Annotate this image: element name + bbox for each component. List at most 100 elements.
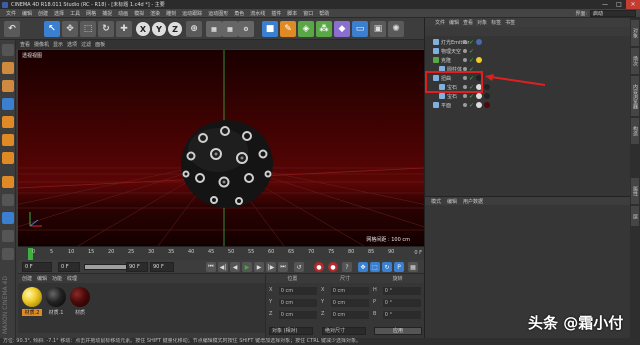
render-view-icon[interactable]: ▦ bbox=[206, 21, 222, 37]
menu-window[interactable]: 窗口 bbox=[300, 10, 316, 17]
key-parameter-icon[interactable]: P bbox=[394, 262, 404, 272]
tab-objects[interactable]: 对象 bbox=[631, 20, 639, 46]
object-row[interactable]: 宝石 ✓ bbox=[425, 92, 631, 100]
deformer-icon[interactable]: ◆ bbox=[334, 21, 350, 37]
size-mode-select[interactable]: 绝对尺寸 bbox=[322, 327, 366, 335]
viewport-menu-display[interactable]: 显示 bbox=[53, 41, 63, 48]
y-axis-lock-icon[interactable]: Y bbox=[152, 22, 166, 36]
size-x-field[interactable]: 0 cm bbox=[330, 287, 369, 295]
keyframe-selection-icon[interactable]: ? bbox=[342, 262, 352, 272]
menu-select[interactable]: 选择 bbox=[51, 10, 67, 17]
edges-mode-icon[interactable] bbox=[2, 134, 14, 146]
menu-character[interactable]: 角色 bbox=[231, 10, 247, 17]
workplane-lock-icon[interactable] bbox=[2, 230, 14, 242]
timeline[interactable]: 0 5 10 15 20 25 30 35 40 45 50 55 60 65 … bbox=[18, 246, 424, 260]
size-z-field[interactable]: 0 cm bbox=[330, 311, 369, 319]
attr-menu-mode[interactable]: 模式 bbox=[431, 198, 441, 205]
make-editable-icon[interactable] bbox=[2, 44, 14, 56]
menu-pipeline[interactable]: 流水线 bbox=[247, 10, 268, 17]
camera-icon[interactable]: ▣ bbox=[370, 21, 386, 37]
texture-mode-icon[interactable] bbox=[2, 80, 14, 92]
recent-tool-icon[interactable]: ✚ bbox=[116, 21, 132, 37]
material-menu-texture[interactable]: 纹理 bbox=[67, 275, 77, 282]
menu-edit[interactable]: 编辑 bbox=[19, 10, 35, 17]
loop-icon[interactable]: ↺ bbox=[294, 262, 304, 272]
rotation-p-field[interactable]: 0 ° bbox=[382, 299, 421, 307]
layout-select[interactable]: 启动 bbox=[590, 9, 636, 17]
snap-icon[interactable] bbox=[2, 212, 14, 224]
position-z-field[interactable]: 0 cm bbox=[278, 311, 317, 319]
coordinate-system-icon[interactable]: ⊕ bbox=[186, 21, 202, 37]
maximize-button[interactable]: □ bbox=[612, 0, 626, 9]
position-x-field[interactable]: 0 cm bbox=[278, 287, 317, 295]
cube-primitive-icon[interactable]: ■ bbox=[262, 21, 278, 37]
object-row[interactable]: 克隆 ✓ bbox=[425, 56, 631, 64]
menu-help[interactable]: 帮助 bbox=[316, 10, 332, 17]
z-axis-lock-icon[interactable]: Z bbox=[168, 22, 182, 36]
menu-snap[interactable]: 捕捉 bbox=[99, 10, 115, 17]
om-menu-view[interactable]: 查看 bbox=[463, 19, 473, 26]
object-row[interactable]: 灯光Emitter ✓ bbox=[425, 38, 631, 46]
size-y-field[interactable]: 0 cm bbox=[330, 299, 369, 307]
material-menu-function[interactable]: 功能 bbox=[52, 275, 62, 282]
go-to-end-icon[interactable]: ⏭ bbox=[278, 262, 288, 272]
viewport-menu-options[interactable]: 选项 bbox=[67, 41, 77, 48]
rotate-tool-icon[interactable]: ↻ bbox=[98, 21, 114, 37]
floor-icon[interactable]: ▭ bbox=[352, 21, 368, 37]
perspective-viewport[interactable]: 透视视图 网格间距 : 100 cm bbox=[18, 50, 424, 246]
render-settings-icon[interactable]: ⚙ bbox=[238, 21, 254, 37]
tweak-mode-icon[interactable] bbox=[2, 194, 14, 206]
model-mode-icon[interactable] bbox=[2, 62, 14, 74]
viewport-menu-cameras[interactable]: 摄像机 bbox=[34, 41, 49, 48]
key-pla-icon[interactable]: ▦ bbox=[408, 262, 418, 272]
tab-takes[interactable]: 场次 bbox=[631, 48, 639, 74]
rotation-b-field[interactable]: 0 ° bbox=[382, 311, 421, 319]
grid-icon[interactable] bbox=[2, 248, 14, 260]
minimize-button[interactable]: — bbox=[598, 0, 612, 9]
next-frame-icon[interactable]: ▶ bbox=[254, 262, 264, 272]
material-swatch[interactable]: 材质.2 bbox=[22, 287, 42, 316]
coordinate-mode-select[interactable]: 对象 (相对) bbox=[269, 327, 313, 335]
light-icon[interactable]: ✺ bbox=[388, 21, 404, 37]
undo-icon[interactable]: ↶ bbox=[4, 21, 20, 37]
play-icon[interactable]: ▶ bbox=[242, 262, 252, 272]
next-key-icon[interactable]: |▶ bbox=[266, 262, 276, 272]
tab-attributes[interactable]: 属性 bbox=[631, 178, 639, 204]
render-picture-viewer-icon[interactable]: ▦ bbox=[222, 21, 238, 37]
menu-script[interactable]: 脚本 bbox=[284, 10, 300, 17]
close-button[interactable]: ✕ bbox=[626, 0, 640, 9]
move-tool-icon[interactable]: ✥ bbox=[62, 21, 78, 37]
key-position-icon[interactable]: ✥ bbox=[358, 262, 368, 272]
polygons-mode-icon[interactable] bbox=[2, 152, 14, 164]
soccer-ball-object[interactable] bbox=[181, 120, 273, 208]
workplane-icon[interactable] bbox=[2, 98, 14, 110]
subdivision-surface-icon[interactable]: ◈ bbox=[298, 21, 314, 37]
object-row[interactable]: 平面 ✓ bbox=[425, 101, 631, 109]
points-mode-icon[interactable] bbox=[2, 116, 14, 128]
menu-file[interactable]: 文件 bbox=[3, 10, 19, 17]
material-menu-create[interactable]: 创建 bbox=[22, 275, 32, 282]
go-to-start-icon[interactable]: ⏮ bbox=[206, 262, 216, 272]
pen-spline-icon[interactable]: ✎ bbox=[280, 21, 296, 37]
material-swatch[interactable]: 材质.1 bbox=[46, 287, 66, 316]
object-row[interactable]: 物理天空 ✓ bbox=[425, 47, 631, 55]
viewport-menu-filter[interactable]: 过滤 bbox=[81, 41, 91, 48]
menu-plugins[interactable]: 插件 bbox=[268, 10, 284, 17]
om-menu-tags[interactable]: 标签 bbox=[491, 19, 501, 26]
material-menu-edit[interactable]: 编辑 bbox=[37, 275, 47, 282]
menu-motion-tracking[interactable]: 运动跟踪 bbox=[179, 10, 205, 17]
select-tool-icon[interactable]: ↖ bbox=[44, 21, 60, 37]
previous-frame-icon[interactable]: ◀ bbox=[230, 262, 240, 272]
position-y-field[interactable]: 0 cm bbox=[278, 299, 317, 307]
axis-mode-icon[interactable] bbox=[2, 176, 14, 188]
scale-tool-icon[interactable]: ⬚ bbox=[80, 21, 96, 37]
apply-button[interactable]: 应用 bbox=[374, 327, 422, 335]
material-swatch[interactable]: 材质 bbox=[70, 287, 90, 316]
om-menu-objects[interactable]: 对象 bbox=[477, 19, 487, 26]
key-rotation-icon[interactable]: ↻ bbox=[382, 262, 392, 272]
viewport-menu-view[interactable]: 查看 bbox=[20, 41, 30, 48]
tab-content-browser[interactable]: 内容浏览器 bbox=[631, 76, 639, 116]
attr-menu-edit[interactable]: 编辑 bbox=[447, 198, 457, 205]
menu-mesh[interactable]: 网格 bbox=[83, 10, 99, 17]
om-menu-bookmarks[interactable]: 书签 bbox=[505, 19, 515, 26]
